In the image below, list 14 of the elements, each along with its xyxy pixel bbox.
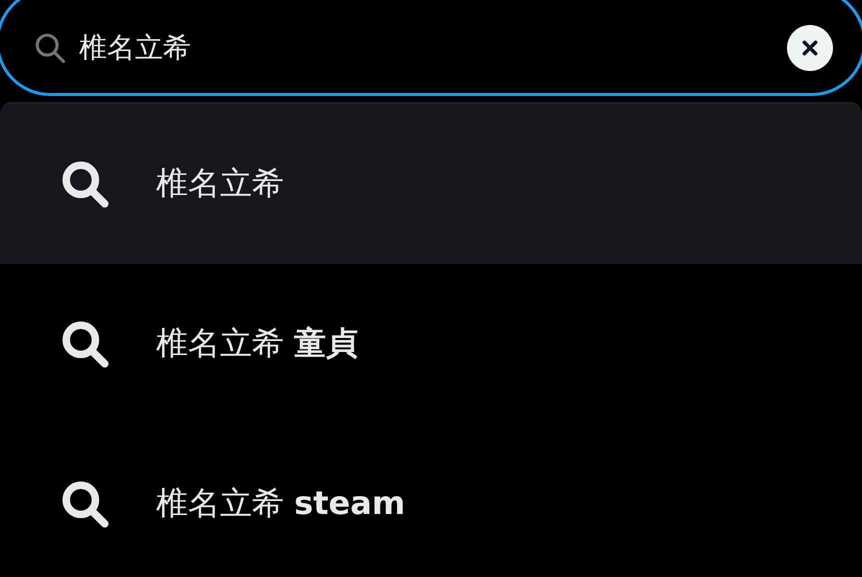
search-icon [60,159,110,209]
search-field[interactable]: 椎名立希 [0,0,862,96]
search-suggestion[interactable]: 椎名立希 童貞 [0,264,862,424]
suggestion-text: 椎名立希 童貞 [156,323,358,364]
search-icon [60,479,110,529]
clear-button[interactable] [787,25,833,71]
search-input[interactable]: 椎名立希 [79,32,775,64]
suggestion-text: 椎名立希 steam [156,483,406,524]
close-icon [801,39,819,57]
search-icon [60,319,110,369]
search-suggestion[interactable]: 椎名立希 steam [0,424,862,577]
search-suggestion[interactable]: 椎名立希 [0,104,862,264]
search-icon [33,31,67,65]
suggestion-text: 椎名立希 [156,163,284,204]
